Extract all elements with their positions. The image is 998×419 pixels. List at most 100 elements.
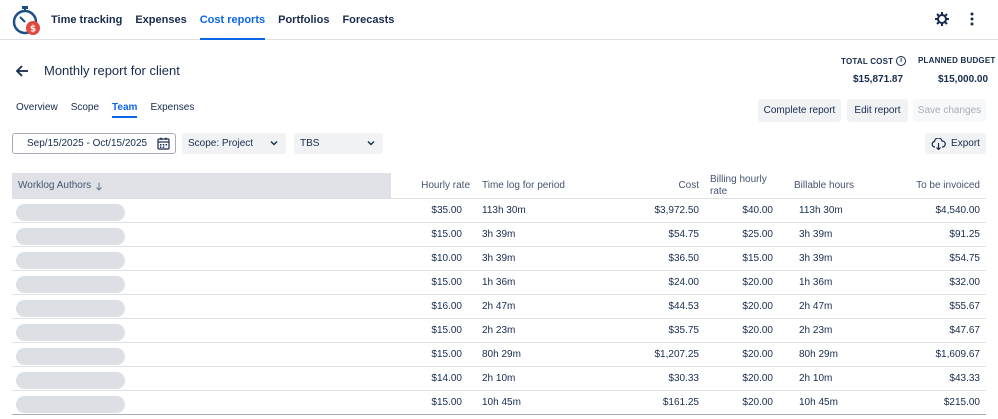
edit-report-button[interactable]: Edit report	[847, 99, 908, 122]
cell-to-be-invoiced: $54.75	[949, 253, 980, 264]
tab-expenses[interactable]: Expenses	[150, 102, 194, 118]
cell-billing-rate: $20.00	[742, 373, 773, 384]
nav-cost-reports[interactable]: Cost reports	[199, 0, 266, 40]
author-avatar-placeholder[interactable]	[16, 276, 125, 293]
tab-overview[interactable]: Overview	[16, 102, 58, 118]
table-row[interactable]: $16.00 2h 47m $44.53 $20.00 2h 47m $55.6…	[12, 295, 986, 319]
cell-time-log: 113h 30m	[482, 205, 526, 216]
cell-billable-hours: 113h 30m	[799, 205, 843, 216]
scope-dropdown[interactable]: Scope: Project	[182, 133, 286, 154]
tbs-dropdown-value: TBS	[300, 138, 320, 149]
cell-hourly-rate: $10.00	[431, 253, 462, 264]
cell-time-log: 80h 29m	[482, 349, 521, 360]
info-icon[interactable]: i	[896, 56, 907, 66]
sort-arrow-down-icon	[96, 182, 103, 191]
cell-hourly-rate: $14.00	[431, 373, 462, 384]
cell-hourly-rate: $35.00	[431, 205, 462, 216]
nav-forecasts[interactable]: Forecasts	[342, 0, 394, 40]
cell-billing-rate: $20.00	[742, 397, 773, 408]
gear-icon[interactable]	[934, 10, 950, 28]
author-avatar-placeholder[interactable]	[16, 372, 125, 389]
main-nav: Time tracking Expenses Cost reports Port…	[51, 0, 407, 40]
cell-cost: $36.50	[668, 253, 699, 264]
table-row[interactable]: $15.00 2h 23m $35.75 $20.00 2h 23m $47.6…	[12, 319, 986, 343]
table-row[interactable]: $15.00 80h 29m $1,207.25 $20.00 80h 29m …	[12, 343, 986, 367]
total-cost-value: $15,871.87	[853, 74, 904, 85]
top-icons	[934, 10, 980, 28]
cell-billing-rate: $40.00	[742, 205, 773, 216]
cell-time-log: 10h 45m	[482, 397, 521, 408]
cell-billable-hours: 80h 29m	[799, 349, 838, 360]
column-header-cost[interactable]: Cost	[612, 180, 699, 192]
calendar-icon[interactable]	[157, 137, 170, 150]
table-header: Worklog Authors Hourly rate Time log for…	[12, 173, 986, 199]
top-navigation: $ Time tracking Expenses Cost reports Po…	[0, 0, 998, 40]
cell-time-log: 3h 39m	[482, 253, 516, 264]
column-header-hourly-rate[interactable]: Hourly rate	[402, 180, 470, 192]
table-row[interactable]: $15.00 3h 39m $54.75 $25.00 3h 39m $91.2…	[12, 223, 986, 247]
planned-budget-label: PLANNED BUDGET	[918, 56, 996, 65]
cell-hourly-rate: $15.00	[431, 349, 462, 360]
author-avatar-placeholder[interactable]	[16, 252, 125, 269]
cell-cost: $3,972.50	[654, 205, 700, 216]
column-header-to-be-invoiced[interactable]: To be invoiced	[892, 180, 980, 192]
planned-budget-value: $15,000.00	[938, 74, 989, 85]
nav-time-tracking[interactable]: Time tracking	[51, 0, 122, 40]
nav-portfolios[interactable]: Portfolios	[278, 0, 329, 40]
cell-cost: $24.00	[668, 277, 699, 288]
cell-hourly-rate: $15.00	[431, 277, 462, 288]
table-row[interactable]: $10.00 3h 39m $36.50 $15.00 3h 39m $54.7…	[12, 247, 986, 271]
tbs-dropdown[interactable]: TBS	[294, 133, 383, 154]
cell-time-log: 1h 36m	[482, 277, 516, 288]
cell-time-log: 3h 39m	[482, 229, 516, 240]
author-avatar-placeholder[interactable]	[16, 348, 125, 365]
save-changes-button[interactable]: Save changes	[913, 99, 986, 122]
table-row[interactable]: $15.00 1h 36m $24.00 $20.00 1h 36m $32.0…	[12, 271, 986, 295]
cell-to-be-invoiced: $91.25	[949, 229, 980, 240]
total-cost-label: TOTAL COST i	[841, 56, 907, 66]
cell-to-be-invoiced: $1,609.67	[935, 349, 981, 360]
column-header-billable-hours[interactable]: Billable hours	[794, 180, 854, 192]
author-avatar-placeholder[interactable]	[16, 300, 125, 317]
author-avatar-placeholder[interactable]	[16, 204, 125, 221]
table-row[interactable]: $14.00 2h 10m $30.33 $20.00 2h 10m $43.3…	[12, 367, 986, 391]
column-header-authors[interactable]: Worklog Authors	[12, 173, 391, 199]
table-row[interactable]: $35.00 113h 30m $3,972.50 $40.00 113h 30…	[12, 199, 986, 223]
column-header-billing-rate-line2: rate	[710, 186, 728, 197]
tab-scope[interactable]: Scope	[71, 102, 99, 118]
more-vertical-icon[interactable]	[964, 10, 980, 28]
back-arrow-icon[interactable]	[14, 63, 30, 79]
column-header-billing-rate[interactable]: Billing hourly rate	[710, 174, 767, 198]
tab-team[interactable]: Team	[112, 102, 138, 118]
cell-hourly-rate: $15.00	[431, 325, 462, 336]
cloud-download-icon	[931, 137, 946, 150]
author-avatar-placeholder[interactable]	[16, 324, 125, 341]
cell-billable-hours: 3h 39m	[799, 229, 833, 240]
team-cost-table: Worklog Authors Hourly rate Time log for…	[12, 173, 986, 415]
complete-report-button[interactable]: Complete report	[758, 99, 841, 122]
cell-time-log: 2h 23m	[482, 325, 516, 336]
svg-text:$: $	[30, 25, 36, 35]
column-header-authors-label: Worklog Authors	[18, 180, 92, 191]
cell-cost: $35.75	[668, 325, 699, 336]
date-range-picker[interactable]: Sep/15/2025 - Oct/15/2025	[12, 133, 176, 154]
report-tabs: Overview Scope Team Expenses	[16, 102, 194, 118]
cell-billing-rate: $15.00	[742, 253, 773, 264]
stopwatch-logo-icon[interactable]: $	[10, 4, 42, 36]
export-button[interactable]: Export	[925, 133, 986, 154]
page-title: Monthly report for client	[44, 63, 180, 78]
chevron-down-icon	[367, 141, 375, 146]
scope-dropdown-value: Scope: Project	[188, 138, 254, 149]
cell-billing-rate: $20.00	[742, 349, 773, 360]
cell-to-be-invoiced: $47.67	[949, 325, 980, 336]
cell-billing-rate: $25.00	[742, 229, 773, 240]
cell-cost: $161.25	[662, 397, 699, 408]
column-header-time-log[interactable]: Time log for period	[482, 180, 565, 192]
cell-to-be-invoiced: $215.00	[943, 397, 980, 408]
nav-expenses[interactable]: Expenses	[135, 0, 186, 40]
author-avatar-placeholder[interactable]	[16, 396, 125, 413]
cell-time-log: 2h 47m	[482, 301, 516, 312]
table-row[interactable]: $15.00 10h 45m $161.25 $20.00 10h 45m $2…	[12, 391, 986, 415]
cell-hourly-rate: $15.00	[431, 229, 462, 240]
author-avatar-placeholder[interactable]	[16, 228, 125, 245]
